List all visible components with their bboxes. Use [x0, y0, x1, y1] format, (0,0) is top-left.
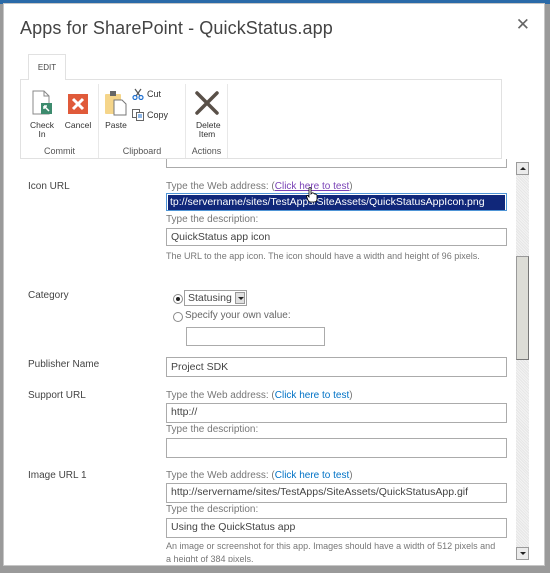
- category-selected-value: Statusing: [188, 292, 232, 304]
- image-url-1-description-input[interactable]: Using the QuickStatus app: [166, 518, 507, 538]
- image-url-1-help: An image or screenshot for this app. Ima…: [166, 541, 496, 562]
- scrollbar-thumb[interactable]: [516, 256, 529, 360]
- image-url-1-test-link[interactable]: Click here to test: [275, 470, 349, 481]
- tab-edit[interactable]: EDIT: [28, 54, 66, 80]
- cut-label: Cut: [147, 89, 162, 99]
- cancel-button[interactable]: Cancel: [63, 90, 93, 130]
- image-url-1-address-hint: Type the Web address: (Click here to tes…: [166, 470, 353, 481]
- check-in-icon: [32, 90, 52, 115]
- support-url-test-link[interactable]: Click here to test: [275, 390, 349, 401]
- group-label-actions: Actions: [191, 146, 222, 156]
- dialog: Apps for SharePoint - QuickStatus.app ✕ …: [3, 3, 545, 566]
- hint-close: ): [349, 470, 353, 481]
- vertical-scrollbar[interactable]: [516, 162, 529, 560]
- support-url-input[interactable]: http://: [166, 403, 507, 423]
- paste-button[interactable]: Paste: [103, 90, 129, 130]
- check-in-label: Check In: [29, 120, 55, 139]
- dialog-title: Apps for SharePoint - QuickStatus.app: [20, 18, 333, 38]
- hint-close: ): [349, 390, 353, 401]
- group-label-commit: Commit: [44, 146, 75, 156]
- copy-icon: [132, 109, 144, 121]
- publisher-name-input[interactable]: Project SDK: [166, 357, 507, 377]
- cancel-label: Cancel: [64, 120, 92, 130]
- paste-label: Paste: [105, 120, 127, 130]
- chevron-down-icon: [235, 292, 245, 304]
- category-own-value-radio[interactable]: [173, 312, 183, 322]
- icon-url-value: tp://servername/sites/TestApps/SiteAsset…: [168, 195, 505, 210]
- ribbon-group-actions: Delete Item Actions: [186, 84, 228, 158]
- support-url-description-hint: Type the description:: [166, 424, 259, 435]
- image-url-1-description-hint: Type the description:: [166, 504, 259, 515]
- category-own-value-input[interactable]: [186, 327, 325, 346]
- hand-cursor-icon: [306, 187, 318, 203]
- copy-button[interactable]: Copy: [132, 109, 168, 121]
- ribbon: Check In Cancel Commit Paste Cut Copy Cl…: [20, 79, 502, 159]
- category-label: Category: [28, 290, 69, 301]
- cancel-icon: [68, 94, 88, 114]
- image-url-1-input[interactable]: http://servername/sites/TestApps/SiteAss…: [166, 483, 507, 503]
- image-url-1-label: Image URL 1: [28, 470, 87, 481]
- paste-icon: [105, 91, 127, 116]
- delete-item-button[interactable]: Delete Item: [190, 90, 224, 139]
- hint-text: Type the Web address: (: [166, 390, 275, 401]
- support-url-label: Support URL: [28, 390, 86, 401]
- icon-url-address-hint: Type the Web address: (Click here to tes…: [166, 181, 353, 192]
- check-in-button[interactable]: Check In: [27, 90, 57, 139]
- copy-label: Copy: [147, 110, 169, 120]
- support-url-description-input[interactable]: [166, 438, 507, 458]
- scroll-down-button[interactable]: [516, 547, 529, 560]
- hint-close: ): [349, 181, 353, 192]
- icon-url-help: The URL to the app icon. The icon should…: [166, 251, 480, 261]
- category-own-value-label: Specify your own value:: [185, 310, 291, 321]
- cut-button[interactable]: Cut: [132, 88, 161, 100]
- previous-field[interactable]: [166, 159, 507, 168]
- delete-item-label: Delete Item: [196, 120, 221, 139]
- close-icon[interactable]: ✕: [516, 15, 530, 35]
- form-content: Icon URL Type the Web address: (Click he…: [20, 159, 516, 562]
- publisher-name-label: Publisher Name: [28, 359, 100, 370]
- category-choice-radio[interactable]: [173, 294, 183, 304]
- icon-url-description-input[interactable]: QuickStatus app icon: [166, 228, 507, 246]
- group-label-clipboard: Clipboard: [122, 146, 162, 156]
- delete-icon: [195, 91, 219, 115]
- support-url-address-hint: Type the Web address: (Click here to tes…: [166, 390, 353, 401]
- ribbon-group-commit: Check In Cancel Commit: [21, 84, 99, 158]
- icon-url-input[interactable]: tp://servername/sites/TestApps/SiteAsset…: [166, 193, 507, 211]
- category-select[interactable]: Statusing: [184, 290, 247, 306]
- cut-icon: [132, 88, 144, 100]
- icon-url-label: Icon URL: [28, 181, 70, 192]
- icon-url-description-hint: Type the description:: [166, 214, 259, 225]
- hint-text: Type the Web address: (: [166, 181, 275, 192]
- hint-text: Type the Web address: (: [166, 470, 275, 481]
- scroll-up-button[interactable]: [516, 162, 529, 175]
- ribbon-group-clipboard: Paste Cut Copy Clipboard: [99, 84, 186, 158]
